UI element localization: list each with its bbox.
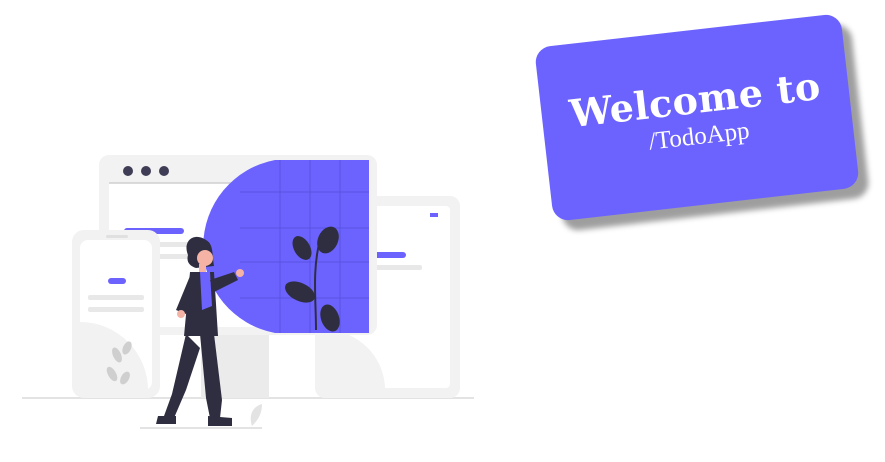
- ground-leaf-icon: [250, 404, 262, 426]
- tablet-menu-icon: [430, 213, 438, 217]
- window-dot-icon: [123, 166, 133, 176]
- phone-device: [72, 230, 160, 398]
- welcome-card: Welcome to /TodoApp: [534, 13, 860, 222]
- hero-illustration: [22, 155, 474, 429]
- window-dot-icon: [141, 166, 151, 176]
- window-dot-icon: [159, 166, 169, 176]
- welcome-page: Welcome to /TodoApp: [0, 0, 885, 462]
